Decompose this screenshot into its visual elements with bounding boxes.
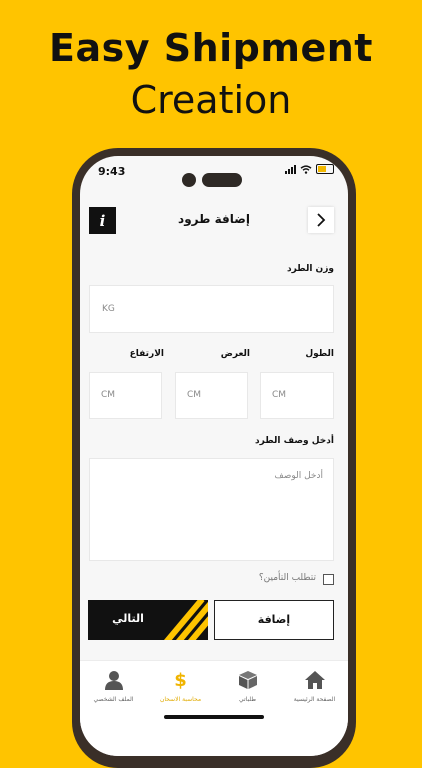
signal-icon [285, 164, 296, 174]
weight-label: وزن الطرد [286, 264, 334, 274]
length-placeholder: CM [272, 390, 287, 400]
insurance-checkbox[interactable] [323, 574, 334, 585]
add-button[interactable]: إضافة [214, 600, 334, 640]
next-button-label: التالي [112, 612, 144, 625]
tab-label: طلباتي [238, 696, 257, 703]
status-icons [285, 164, 334, 174]
promo-title-line2: Creation [130, 78, 292, 122]
home-indicator [164, 715, 264, 719]
description-placeholder: أدخل الوصف [274, 471, 323, 481]
weight-field[interactable]: KG [89, 285, 334, 333]
home-icon [281, 669, 348, 691]
wifi-icon [300, 164, 312, 174]
box-icon [214, 669, 281, 691]
dollar-icon: $ [174, 669, 187, 691]
user-icon [80, 669, 147, 691]
camera-cutout [182, 173, 196, 187]
dynamic-island [202, 173, 242, 187]
battery-icon [316, 164, 334, 174]
tab-profile[interactable]: الملف الشخصي [80, 669, 147, 703]
height-field[interactable]: CM [89, 372, 162, 419]
description-label: أدخل وصف الطرد [255, 436, 334, 446]
tab-label: محاسبة الاسحان [159, 696, 202, 703]
tab-label: الصفحة الرئيسية [293, 696, 336, 703]
height-placeholder: CM [101, 390, 116, 400]
chevron-right-icon[interactable] [308, 207, 334, 233]
bottom-tab-bar: الملف الشخصي $ محاسبة الاسحان طلباتي الص… [80, 660, 348, 756]
width-placeholder: CM [187, 390, 202, 400]
weight-placeholder: KG [102, 304, 115, 314]
app-screen: 9:43 i إضافة طرود وزن الطرد KG الطول الع… [80, 156, 348, 756]
width-field[interactable]: CM [175, 372, 248, 419]
description-field[interactable]: أدخل الوصف [89, 458, 334, 561]
next-button[interactable]: التالي [88, 600, 208, 640]
insurance-label: تتطلب التأمين؟ [258, 573, 316, 583]
height-label: الارتفاع [129, 349, 164, 359]
length-field[interactable]: CM [260, 372, 334, 419]
tab-label: الملف الشخصي [93, 696, 134, 703]
app-header: i إضافة طرود [80, 200, 348, 244]
promo-title-line1: Easy Shipment [49, 26, 373, 70]
tab-my-orders[interactable]: طلباتي [214, 669, 281, 703]
tab-shipping-cost[interactable]: $ محاسبة الاسحان [147, 669, 214, 704]
tab-home[interactable]: الصفحة الرئيسية [281, 669, 348, 703]
width-label: العرض [220, 349, 250, 359]
status-time: 9:43 [98, 165, 126, 178]
length-label: الطول [305, 349, 334, 359]
